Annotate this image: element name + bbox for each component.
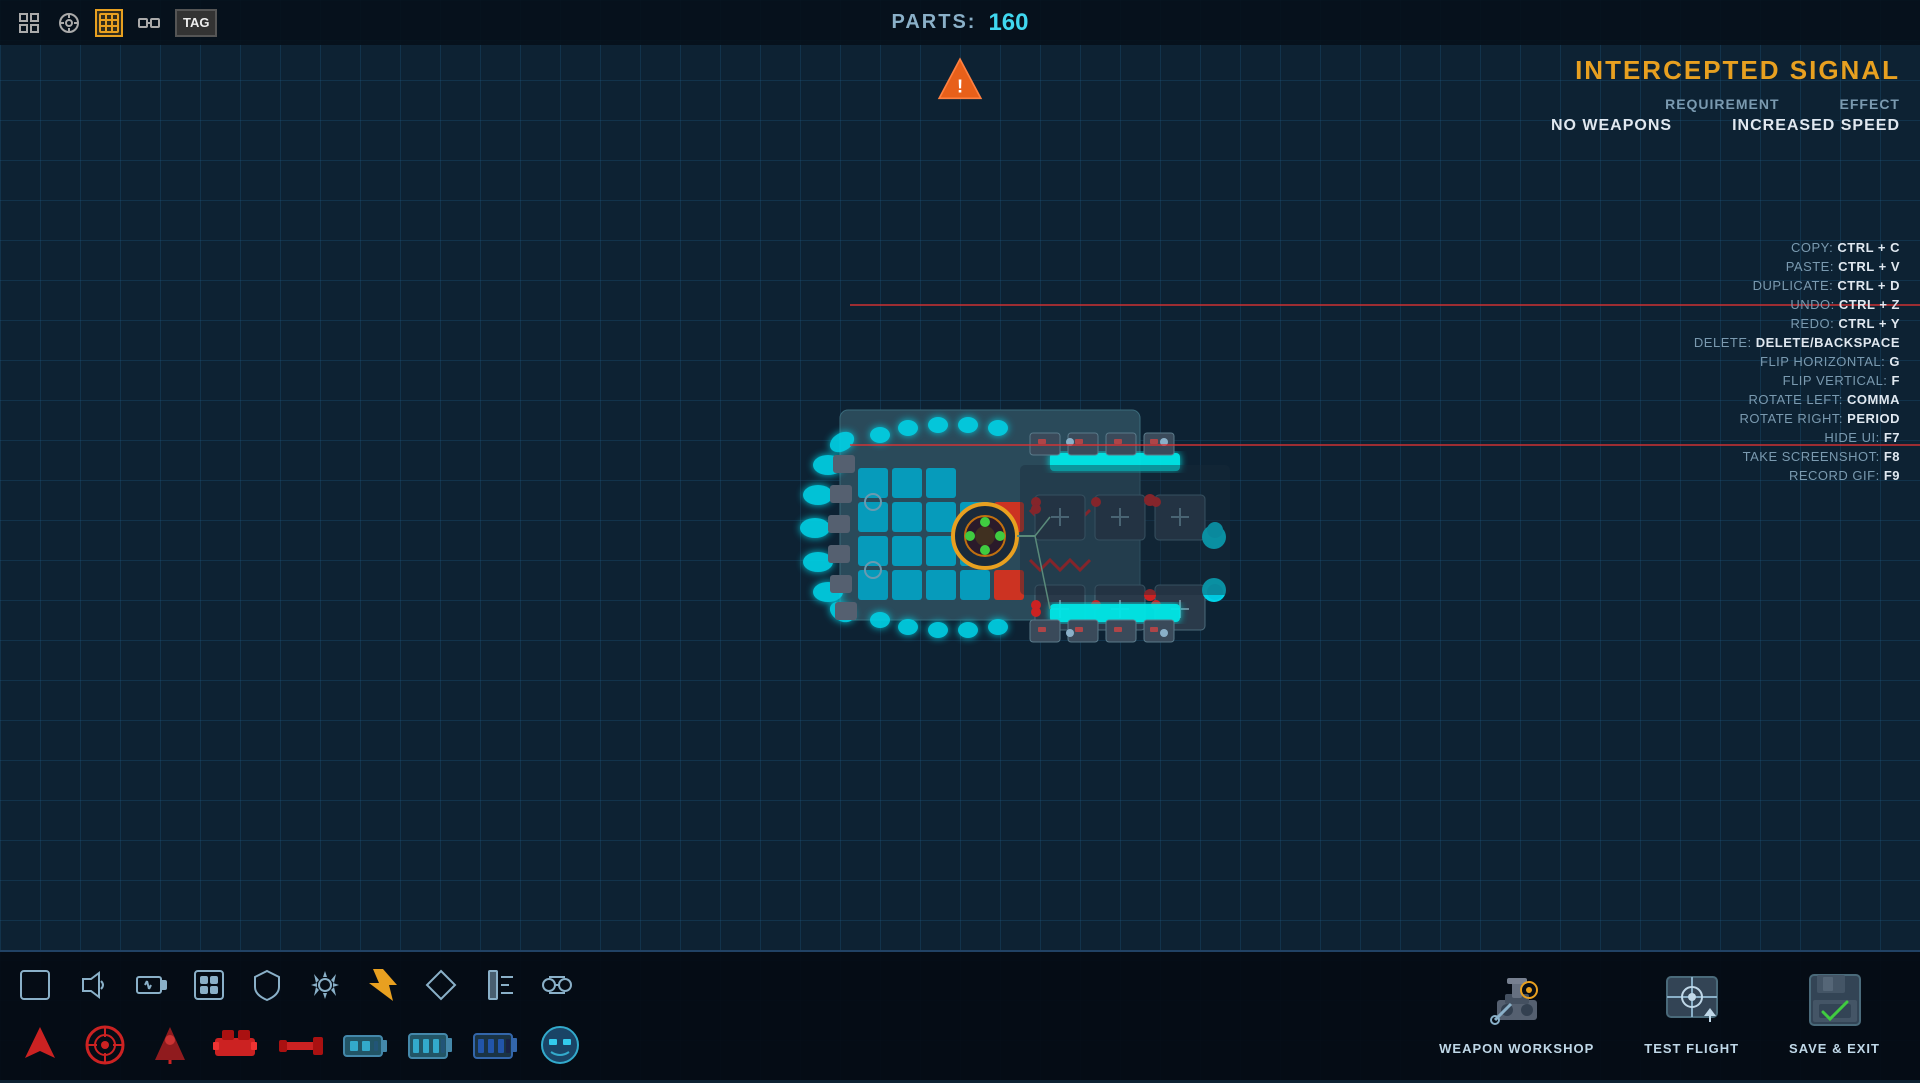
shortcut-label: UNDO: — [1790, 297, 1839, 312]
layers-icon[interactable] — [95, 9, 123, 37]
bottom-toolbar: WEAPON WORKSHOP TEST FLIGHT — [0, 950, 1920, 1080]
shortcut-key: G — [1889, 354, 1900, 369]
test-flight-icon — [1662, 972, 1722, 1036]
shortcut-key: DELETE/BACKSPACE — [1756, 335, 1900, 350]
effect-label: EFFECT — [1840, 96, 1900, 112]
weapon-workshop-button[interactable]: WEAPON WORKSHOP — [1419, 962, 1614, 1066]
shortcut-item: DELETE: DELETE/BACKSPACE — [1694, 335, 1900, 350]
hull-category-icon[interactable] — [15, 965, 55, 1005]
audio-category-icon[interactable] — [73, 965, 113, 1005]
top-bar: TAG PARTS: 160 — [0, 0, 1920, 45]
weapon-red-target[interactable] — [80, 1020, 130, 1070]
weapon-cyan-helm[interactable] — [535, 1020, 585, 1070]
grid-icon[interactable] — [15, 9, 43, 37]
weapon-red-arrow[interactable] — [15, 1020, 65, 1070]
shortcut-label: FLIP VERTICAL: — [1783, 373, 1892, 388]
connect-icon[interactable] — [135, 9, 163, 37]
shortcut-item: TAKE SCREENSHOT: F8 — [1694, 449, 1900, 464]
right-panel: INTERCEPTED SIGNAL REQUIREMENT EFFECT NO… — [1551, 55, 1900, 140]
shortcut-label: ROTATE LEFT: — [1748, 392, 1846, 407]
warning-icon: ! — [935, 55, 985, 110]
test-flight-button[interactable]: TEST FLIGHT — [1624, 962, 1759, 1066]
test-flight-label: TEST FLIGHT — [1644, 1041, 1739, 1056]
requirement-value: NO WEAPONS — [1551, 117, 1672, 135]
shortcut-label: REDO: — [1791, 316, 1839, 331]
shortcut-label: PASTE: — [1786, 259, 1838, 274]
weapon-cyan-bat3[interactable] — [470, 1020, 520, 1070]
save-exit-label: SAVE & EXIT — [1789, 1041, 1880, 1056]
shortcut-label: DELETE: — [1694, 335, 1756, 350]
boost-category-icon[interactable] — [363, 965, 403, 1005]
shield-category-icon[interactable] — [247, 965, 287, 1005]
shortcut-label: HIDE UI: — [1824, 430, 1883, 445]
shortcut-item: ROTATE RIGHT: PERIOD — [1694, 411, 1900, 426]
shortcut-item: COPY: CTRL + C — [1694, 240, 1900, 255]
shortcut-item: DUPLICATE: CTRL + D — [1694, 278, 1900, 293]
ship-svg — [660, 290, 1310, 740]
diamond-category-icon[interactable] — [421, 965, 461, 1005]
link-category-icon[interactable] — [537, 965, 577, 1005]
weapon-cyan-bat2[interactable] — [405, 1020, 455, 1070]
gear-category-icon[interactable] — [305, 965, 345, 1005]
requirement-label: REQUIREMENT — [1665, 96, 1779, 112]
shortcut-item: HIDE UI: F7 — [1694, 430, 1900, 445]
signal-values: NO WEAPONS INCREASED SPEED — [1551, 117, 1900, 135]
shortcut-key: F7 — [1884, 430, 1900, 445]
tag-button[interactable]: TAG — [175, 9, 217, 37]
weapon-red-beam[interactable] — [275, 1020, 325, 1070]
shortcut-key: F — [1892, 373, 1900, 388]
toolbar-icons: TAG — [15, 9, 217, 37]
ship-area — [0, 50, 1920, 950]
save-exit-button[interactable]: SAVE & EXIT — [1769, 962, 1900, 1066]
shortcut-key: CTRL + D — [1837, 278, 1900, 293]
parts-display: PARTS: 160 — [891, 9, 1028, 37]
svg-text:!: ! — [957, 76, 963, 97]
shortcut-key: PERIOD — [1847, 411, 1900, 426]
shortcut-key: F8 — [1884, 449, 1900, 464]
weapon-red-box[interactable] — [210, 1020, 260, 1070]
shortcut-key: CTRL + C — [1837, 240, 1900, 255]
shortcut-item: UNDO: CTRL + Z — [1694, 297, 1900, 312]
ship-container — [660, 290, 1260, 710]
shortcut-item: FLIP HORIZONTAL: G — [1694, 354, 1900, 369]
save-exit-icon — [1805, 972, 1865, 1036]
parts-value: 160 — [988, 9, 1028, 37]
shortcut-key: F9 — [1884, 468, 1900, 483]
shortcut-label: COPY: — [1791, 240, 1837, 255]
shortcut-key: CTRL + Y — [1838, 316, 1900, 331]
target-icon[interactable] — [55, 9, 83, 37]
shortcut-item: ROTATE LEFT: COMMA — [1694, 392, 1900, 407]
shortcut-item: PASTE: CTRL + V — [1694, 259, 1900, 274]
shortcut-label: FLIP HORIZONTAL: — [1760, 354, 1889, 369]
signal-title: INTERCEPTED SIGNAL — [1551, 55, 1900, 86]
battery-category-icon[interactable] — [131, 965, 171, 1005]
shortcut-key: COMMA — [1847, 392, 1900, 407]
weapon-cyan-bat1[interactable] — [340, 1020, 390, 1070]
effect-value: INCREASED SPEED — [1732, 117, 1900, 135]
bottom-left-section — [0, 952, 1399, 1083]
parts-label: PARTS: — [891, 11, 976, 34]
shortcut-label: ROTATE RIGHT: — [1740, 411, 1848, 426]
shortcuts-panel: COPY: CTRL + C PASTE: CTRL + V DUPLICATE: … — [1694, 240, 1900, 487]
sensor-category-icon[interactable] — [479, 965, 519, 1005]
weapon-red-cone[interactable] — [145, 1020, 195, 1070]
shortcut-label: RECORD GIF: — [1789, 468, 1884, 483]
weapon-workshop-label: WEAPON WORKSHOP — [1439, 1041, 1594, 1056]
weapon-icons — [15, 1015, 1384, 1075]
category-icons — [15, 960, 1384, 1010]
signal-headers: REQUIREMENT EFFECT — [1551, 96, 1900, 112]
shortcut-item: FLIP VERTICAL: F — [1694, 373, 1900, 388]
bottom-right-section: WEAPON WORKSHOP TEST FLIGHT — [1399, 952, 1920, 1076]
shortcut-item: REDO: CTRL + Y — [1694, 316, 1900, 331]
shortcut-key: CTRL + V — [1838, 259, 1900, 274]
shortcut-label: TAKE SCREENSHOT: — [1743, 449, 1884, 464]
shortcut-item: RECORD GIF: F9 — [1694, 468, 1900, 483]
shortcut-label: DUPLICATE: — [1753, 278, 1838, 293]
module-category-icon[interactable] — [189, 965, 229, 1005]
shortcut-key: CTRL + Z — [1839, 297, 1900, 312]
weapon-workshop-icon — [1487, 972, 1547, 1036]
